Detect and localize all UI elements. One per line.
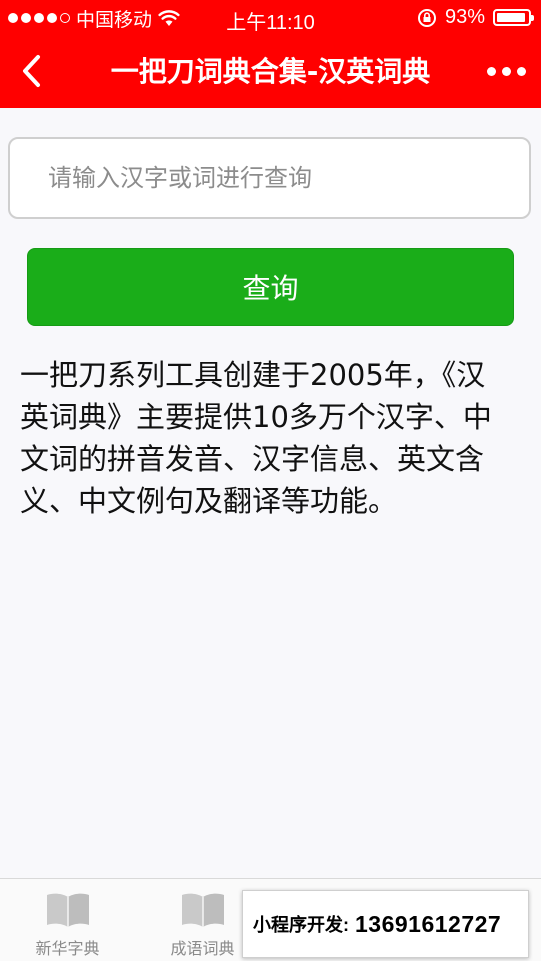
search-input[interactable] [8, 137, 531, 219]
rotation-lock-icon [417, 8, 436, 27]
contact-banner[interactable]: 小程序开发: 13691612727 [242, 890, 529, 958]
intro-text: 一把刀系列工具创建于2005年，《汉英词典》主要提供10多万个汉字、中文词的拼音… [20, 358, 492, 518]
contact-label: 小程序开发: [253, 915, 349, 935]
page-title: 一把刀词典合集-汉英词典 [110, 55, 431, 88]
battery-fill [497, 13, 525, 22]
back-button[interactable] [8, 48, 54, 94]
more-dot [501, 66, 511, 76]
contact-phone: 13691612727 [355, 910, 502, 937]
more-dot [486, 66, 496, 76]
book-icon [181, 893, 224, 927]
status-bar: 中国移动 上午11:10 93% [0, 0, 541, 36]
query-button[interactable]: 查询 [27, 248, 514, 326]
tab-xinhua-dictionary[interactable]: 新华字典 [0, 879, 135, 961]
more-dot [516, 66, 526, 76]
chevron-left-icon [23, 55, 40, 87]
battery-percent: 93% [444, 6, 485, 28]
tab-label: 成语词典 [170, 939, 235, 958]
nav-bar: 一把刀词典合集-汉英词典 [0, 36, 541, 108]
book-icon [46, 893, 89, 927]
more-button[interactable] [479, 48, 533, 94]
tab-label: 新华字典 [35, 939, 100, 958]
battery-icon [493, 9, 534, 26]
status-right: 93% [417, 6, 534, 29]
